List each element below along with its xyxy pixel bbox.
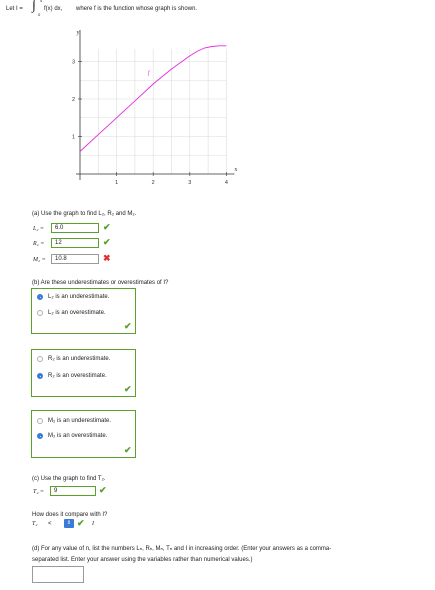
option-label: M₂ is an overestimate.	[48, 433, 108, 439]
option-label: M₂ is an underestimate.	[48, 418, 112, 424]
check-icon: ✔	[124, 445, 132, 455]
part-b-question: (b) Are these underestimates or overesti…	[32, 280, 169, 286]
t2-label: T₂ =	[33, 489, 44, 495]
part-d-question-line1: (d) For any value of n, list the numbers…	[32, 546, 332, 552]
compare-right: I	[92, 521, 94, 527]
chart-labels: 1 2 3 4 1 2 3 x y f	[72, 30, 237, 186]
r2-input[interactable]: 12	[51, 238, 99, 248]
choice-group-r2: R₂ is an underestimate. R₂ is an overest…	[31, 349, 136, 397]
check-icon: ✔	[124, 321, 132, 331]
spinner-icon[interactable]: ⇕	[64, 519, 74, 528]
choice-group-m2: M₂ is an underestimate. M₂ is an overest…	[31, 410, 136, 458]
part-a-question: (a) Use the graph to find L₂, R₂ and M₂.	[32, 211, 137, 217]
compare-left: T₂	[32, 521, 38, 527]
y-axis-label: y	[77, 30, 80, 36]
option-label: L₂ is an underestimate.	[48, 294, 110, 300]
x-tick-label: 3	[188, 180, 191, 186]
radio-m2-under[interactable]	[37, 418, 43, 424]
chart-axes	[76, 30, 235, 180]
radio-r2-under[interactable]	[37, 356, 43, 362]
part-d-answer-input[interactable]	[32, 566, 84, 583]
integrand: f(x) dx,	[44, 6, 63, 12]
m2-input[interactable]: 10.8	[51, 254, 99, 264]
check-icon: ✔	[103, 237, 111, 247]
option-label: R₂ is an underestimate.	[48, 356, 111, 362]
choice-group-l2: L₂ is an underestimate. L₂ is an overest…	[31, 288, 136, 334]
x-tick-label: 1	[115, 180, 118, 186]
x-tick-label: 2	[152, 180, 155, 186]
option-label: R₂ is an overestimate.	[48, 373, 107, 379]
radio-l2-under[interactable]	[37, 294, 43, 300]
m2-label: M₂ =	[33, 257, 46, 263]
curve-annotation: f	[148, 70, 151, 77]
y-tick-label: 1	[72, 135, 75, 141]
integral-lower: 0	[38, 12, 41, 17]
integral-upper: 4	[40, 0, 43, 3]
check-icon: ✔	[124, 384, 132, 394]
l2-input[interactable]: 6.0	[51, 223, 99, 233]
compare-question: How does it compare with I?	[32, 512, 108, 518]
intro-let: Let I =	[6, 6, 23, 12]
option-label: L₂ is an overestimate.	[48, 310, 106, 316]
r2-label: R₂ =	[33, 241, 45, 247]
part-d-question-line2: separated list. Enter your answer using …	[32, 557, 253, 563]
intro-rest: where f is the function whose graph is s…	[76, 6, 198, 12]
check-icon: ✔	[103, 222, 111, 232]
compare-select-value[interactable]: <	[48, 521, 52, 527]
l2-label: L₂ =	[33, 226, 44, 232]
y-tick-label: 3	[72, 60, 75, 66]
part-c-question: (c) Use the graph to find T₂.	[32, 476, 106, 482]
radio-m2-over[interactable]	[37, 433, 43, 439]
check-icon: ✔	[77, 518, 85, 528]
check-icon: ✔	[99, 485, 107, 495]
function-graph: 1 2 3 4 1 2 3 x y f	[72, 30, 237, 186]
integral-sign: ∫	[32, 0, 36, 13]
t2-input[interactable]: 9	[50, 486, 96, 496]
x-tick-label: 4	[225, 180, 228, 186]
cross-icon: ✖	[103, 253, 111, 263]
radio-l2-over[interactable]	[37, 310, 43, 316]
radio-r2-over[interactable]	[37, 373, 43, 379]
x-axis-label: x	[234, 167, 237, 173]
chart-grid	[80, 48, 227, 174]
y-tick-label: 2	[72, 97, 75, 103]
